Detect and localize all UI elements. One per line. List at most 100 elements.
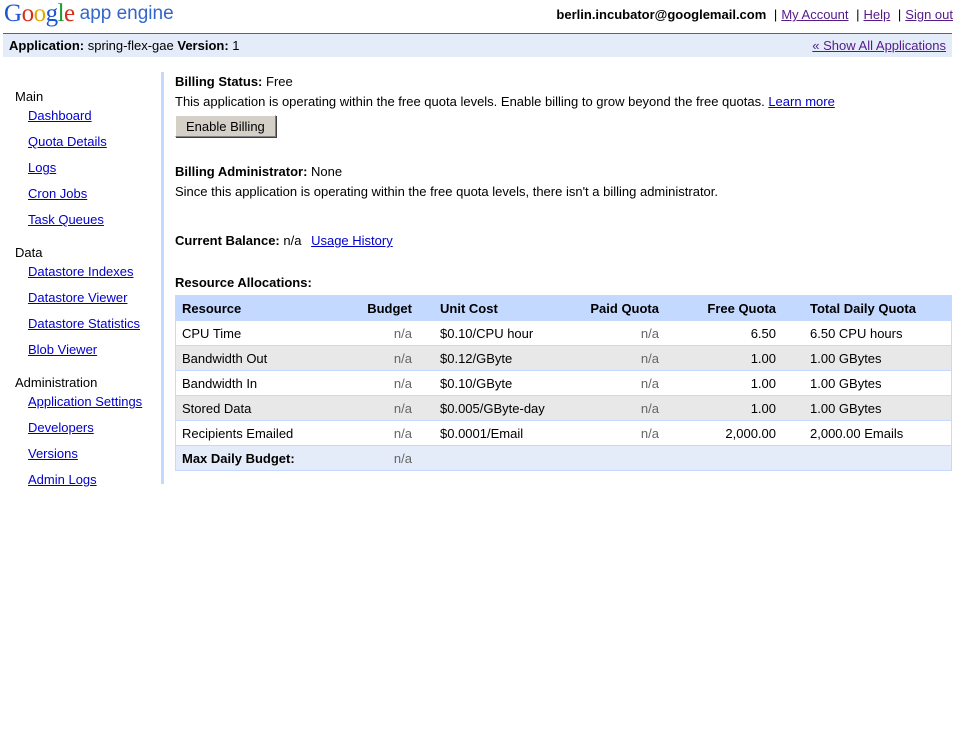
user-email: berlin.incubator@googlemail.com <box>556 7 767 22</box>
app-engine-wordmark: app engine <box>79 3 174 24</box>
total-daily-quota-cell: 1.00 GBytes <box>782 345 952 371</box>
version-label: Version: <box>177 38 229 53</box>
unit-cost-cell: $0.005/GByte-day <box>418 395 571 421</box>
column-header: Resource <box>175 295 336 321</box>
separator: | <box>773 7 778 22</box>
total-daily-quota-cell: 2,000.00 Emails <box>782 420 952 446</box>
budget-cell: n/a <box>336 420 418 446</box>
enable-billing-button[interactable]: Enable Billing <box>175 115 276 137</box>
paid-quota-cell: n/a <box>571 345 665 371</box>
sidebar-section-data: Data <box>15 245 43 260</box>
column-header: Free Quota <box>665 295 782 321</box>
sidebar-item-blob-viewer[interactable]: Blob Viewer <box>28 342 97 357</box>
usage-history-link[interactable]: Usage History <box>311 233 393 248</box>
budget-cell: n/a <box>336 395 418 421</box>
sidebar-item-developers[interactable]: Developers <box>28 420 94 435</box>
sidebar-item-datastore-statistics[interactable]: Datastore Statistics <box>28 316 140 331</box>
sidebar-item-versions[interactable]: Versions <box>28 446 78 461</box>
budget-cell: n/a <box>336 345 418 371</box>
version-value: 1 <box>232 38 240 53</box>
resource-cell: Bandwidth In <box>175 370 336 396</box>
max-daily-budget-label: Max Daily Budget: <box>175 445 336 471</box>
free-quota-cell: 6.50 <box>665 320 782 346</box>
unit-cost-cell: $0.10/GByte <box>418 370 571 396</box>
billing-status-value: Free <box>266 74 293 89</box>
sidebar-item-task-queues[interactable]: Task Queues <box>28 212 104 227</box>
paid-quota-cell: n/a <box>571 420 665 446</box>
sign-out-link[interactable]: Sign out <box>905 7 953 22</box>
empty-cell <box>782 445 952 471</box>
billing-admin-value: None <box>311 164 343 179</box>
sidebar-item-datastore-viewer[interactable]: Datastore Viewer <box>28 290 127 305</box>
sidebar-item-admin-logs[interactable]: Admin Logs <box>28 472 97 487</box>
budget-cell: n/a <box>336 320 418 346</box>
application-bar: Application: spring-flex-gae Version: 1 … <box>3 33 952 57</box>
resource-cell: CPU Time <box>175 320 336 346</box>
billing-administrator: Billing Administrator: None <box>175 164 342 179</box>
column-header: Total Daily Quota <box>782 295 952 321</box>
resource-cell: Recipients Emailed <box>175 420 336 446</box>
billing-status: Billing Status: Free <box>175 74 293 89</box>
application-id: spring-flex-gae <box>87 38 174 53</box>
free-quota-cell: 1.00 <box>665 345 782 371</box>
separator: | <box>856 7 860 22</box>
paid-quota-cell: n/a <box>571 370 665 396</box>
column-header: Budget <box>336 295 418 321</box>
unit-cost-cell: $0.10/CPU hour <box>418 320 571 346</box>
my-account-link[interactable]: My Account <box>781 7 848 22</box>
google-app-engine-logo[interactable]: Google app engine <box>4 0 174 32</box>
current-balance-label: Current Balance: <box>175 233 280 248</box>
page-header: Google app engine berlin.incubator@google… <box>0 0 974 33</box>
sidebar-item-dashboard[interactable]: Dashboard <box>28 108 92 123</box>
unit-cost-cell: $0.0001/Email <box>418 420 571 446</box>
sidebar-nav: Main Dashboard Quota Details Logs Cron J… <box>3 72 164 487</box>
show-all-applications-link[interactable]: « Show All Applications <box>812 38 946 53</box>
current-balance-value: n/a <box>283 233 302 248</box>
column-header: Unit Cost <box>418 295 571 321</box>
sidebar-item-logs[interactable]: Logs <box>28 160 56 175</box>
user-bar: berlin.incubator@googlemail.com | My Acco… <box>556 7 953 22</box>
billing-status-description: This application is operating within the… <box>175 94 835 109</box>
learn-more-link[interactable]: Learn more <box>768 94 834 109</box>
total-daily-quota-cell: 1.00 GBytes <box>782 370 952 396</box>
free-quota-cell: 2,000.00 <box>665 420 782 446</box>
help-link[interactable]: Help <box>864 7 891 22</box>
table-row: Stored Data n/a $0.005/GByte-day n/a 1.0… <box>175 395 952 421</box>
empty-cell <box>665 445 782 471</box>
table-header-row: Resource Budget Unit Cost Paid Quota Fre… <box>175 295 952 321</box>
column-header: Paid Quota <box>571 295 665 321</box>
total-daily-quota-cell: 6.50 CPU hours <box>782 320 952 346</box>
sidebar-item-datastore-indexes[interactable]: Datastore Indexes <box>28 264 134 279</box>
max-daily-budget-value: n/a <box>336 445 418 471</box>
unit-cost-cell: $0.12/GByte <box>418 345 571 371</box>
resource-allocations-table: Resource Budget Unit Cost Paid Quota Fre… <box>175 295 952 471</box>
resource-cell: Stored Data <box>175 395 336 421</box>
paid-quota-cell: n/a <box>571 395 665 421</box>
table-row: Bandwidth In n/a $0.10/GByte n/a 1.00 1.… <box>175 370 952 396</box>
free-quota-cell: 1.00 <box>665 370 782 396</box>
sidebar-item-quota-details[interactable]: Quota Details <box>28 134 107 149</box>
table-row: CPU Time n/a $0.10/CPU hour n/a 6.50 6.5… <box>175 320 952 346</box>
table-row: Bandwidth Out n/a $0.12/GByte n/a 1.00 1… <box>175 345 952 371</box>
billing-status-label: Billing Status: <box>175 74 263 89</box>
table-row: Recipients Emailed n/a $0.0001/Email n/a… <box>175 420 952 446</box>
billing-admin-label: Billing Administrator: <box>175 164 308 179</box>
resource-cell: Bandwidth Out <box>175 345 336 371</box>
budget-cell: n/a <box>336 370 418 396</box>
sidebar-item-application-settings[interactable]: Application Settings <box>28 394 142 409</box>
sidebar-section-main: Main <box>15 89 44 104</box>
free-quota-cell: 1.00 <box>665 395 782 421</box>
google-wordmark: Google <box>4 0 75 27</box>
sidebar-item-cron-jobs[interactable]: Cron Jobs <box>28 186 87 201</box>
table-footer-row: Max Daily Budget: n/a <box>175 445 952 471</box>
resource-allocations-title: Resource Allocations: <box>175 275 312 290</box>
current-balance: Current Balance: n/a Usage History <box>175 233 393 248</box>
billing-status-text: This application is operating within the… <box>175 94 765 109</box>
separator: | <box>897 7 902 22</box>
application-label: Application: <box>9 38 85 53</box>
billing-admin-description: Since this application is operating with… <box>175 184 719 199</box>
empty-cell <box>571 445 665 471</box>
paid-quota-cell: n/a <box>571 320 665 346</box>
application-info: Application: spring-flex-gae Version: 1 <box>9 38 240 53</box>
sidebar-section-administration: Administration <box>15 375 98 390</box>
